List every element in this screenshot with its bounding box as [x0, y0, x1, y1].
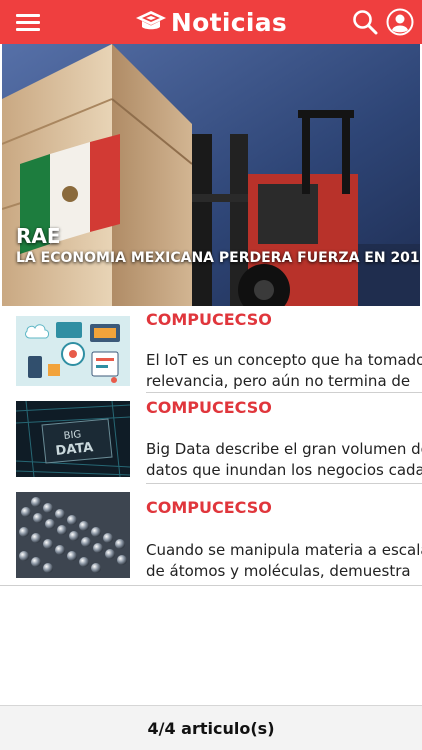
divider: [0, 585, 422, 586]
divider: [146, 483, 422, 484]
article-excerpt: El IoT es un concepto que ha tomado rele…: [146, 350, 422, 392]
news-app: Noticias RAE LA ECONOMIA MEXICANA PERDER…: [0, 0, 422, 750]
article-item[interactable]: BIG DATA COMPUCECSO Big Data describe el…: [0, 393, 422, 485]
article-source: COMPUCECSO: [146, 310, 272, 329]
article-excerpt: Cuando se manipula materia a escala de á…: [146, 540, 422, 582]
article-excerpt-line: Cuando se manipula materia a escala: [146, 541, 422, 559]
search-icon[interactable]: [352, 9, 378, 35]
article-thumbnail-nanotech: [16, 492, 130, 578]
article-thumbnail-iot: [16, 316, 130, 386]
top-bar: Noticias: [0, 0, 422, 44]
hamburger-menu-icon[interactable]: [16, 12, 42, 32]
hero-headline: LA ECONOMIA MEXICANA PERDERA FUERZA EN 2…: [16, 250, 420, 266]
article-count: 4/4 articulo(s): [147, 718, 275, 738]
hero-image: [2, 44, 420, 306]
hero-source: RAE: [16, 224, 61, 248]
article-excerpt-line: El IoT es un concepto que ha tomado: [146, 351, 422, 369]
article-source: COMPUCECSO: [146, 498, 272, 517]
article-source: COMPUCECSO: [146, 398, 272, 417]
app-title: Noticias: [170, 7, 288, 37]
article-excerpt-line: datos que inundan los negocios cada: [146, 461, 422, 479]
article-item[interactable]: COMPUCECSO Cuando se manipula materia a …: [0, 488, 422, 586]
footer-bar: 4/4 articulo(s): [0, 705, 422, 750]
hero-article[interactable]: RAE LA ECONOMIA MEXICANA PERDERA FUERZA …: [2, 44, 420, 306]
graduation-cap-icon: [135, 11, 166, 30]
svg-text:BIG: BIG: [63, 429, 82, 442]
article-thumbnail-big-data: BIG DATA: [16, 401, 130, 477]
user-profile-icon[interactable]: [386, 8, 414, 36]
article-excerpt-line: relevancia, pero aún no termina de: [146, 372, 411, 390]
article-excerpt: Big Data describe el gran volumen de dat…: [146, 439, 422, 481]
article-excerpt-line: Big Data describe el gran volumen de: [146, 440, 422, 458]
article-item[interactable]: COMPUCECSO El IoT es un concepto que ha …: [0, 306, 422, 393]
article-excerpt-line: de átomos y moléculas, demuestra: [146, 562, 411, 580]
